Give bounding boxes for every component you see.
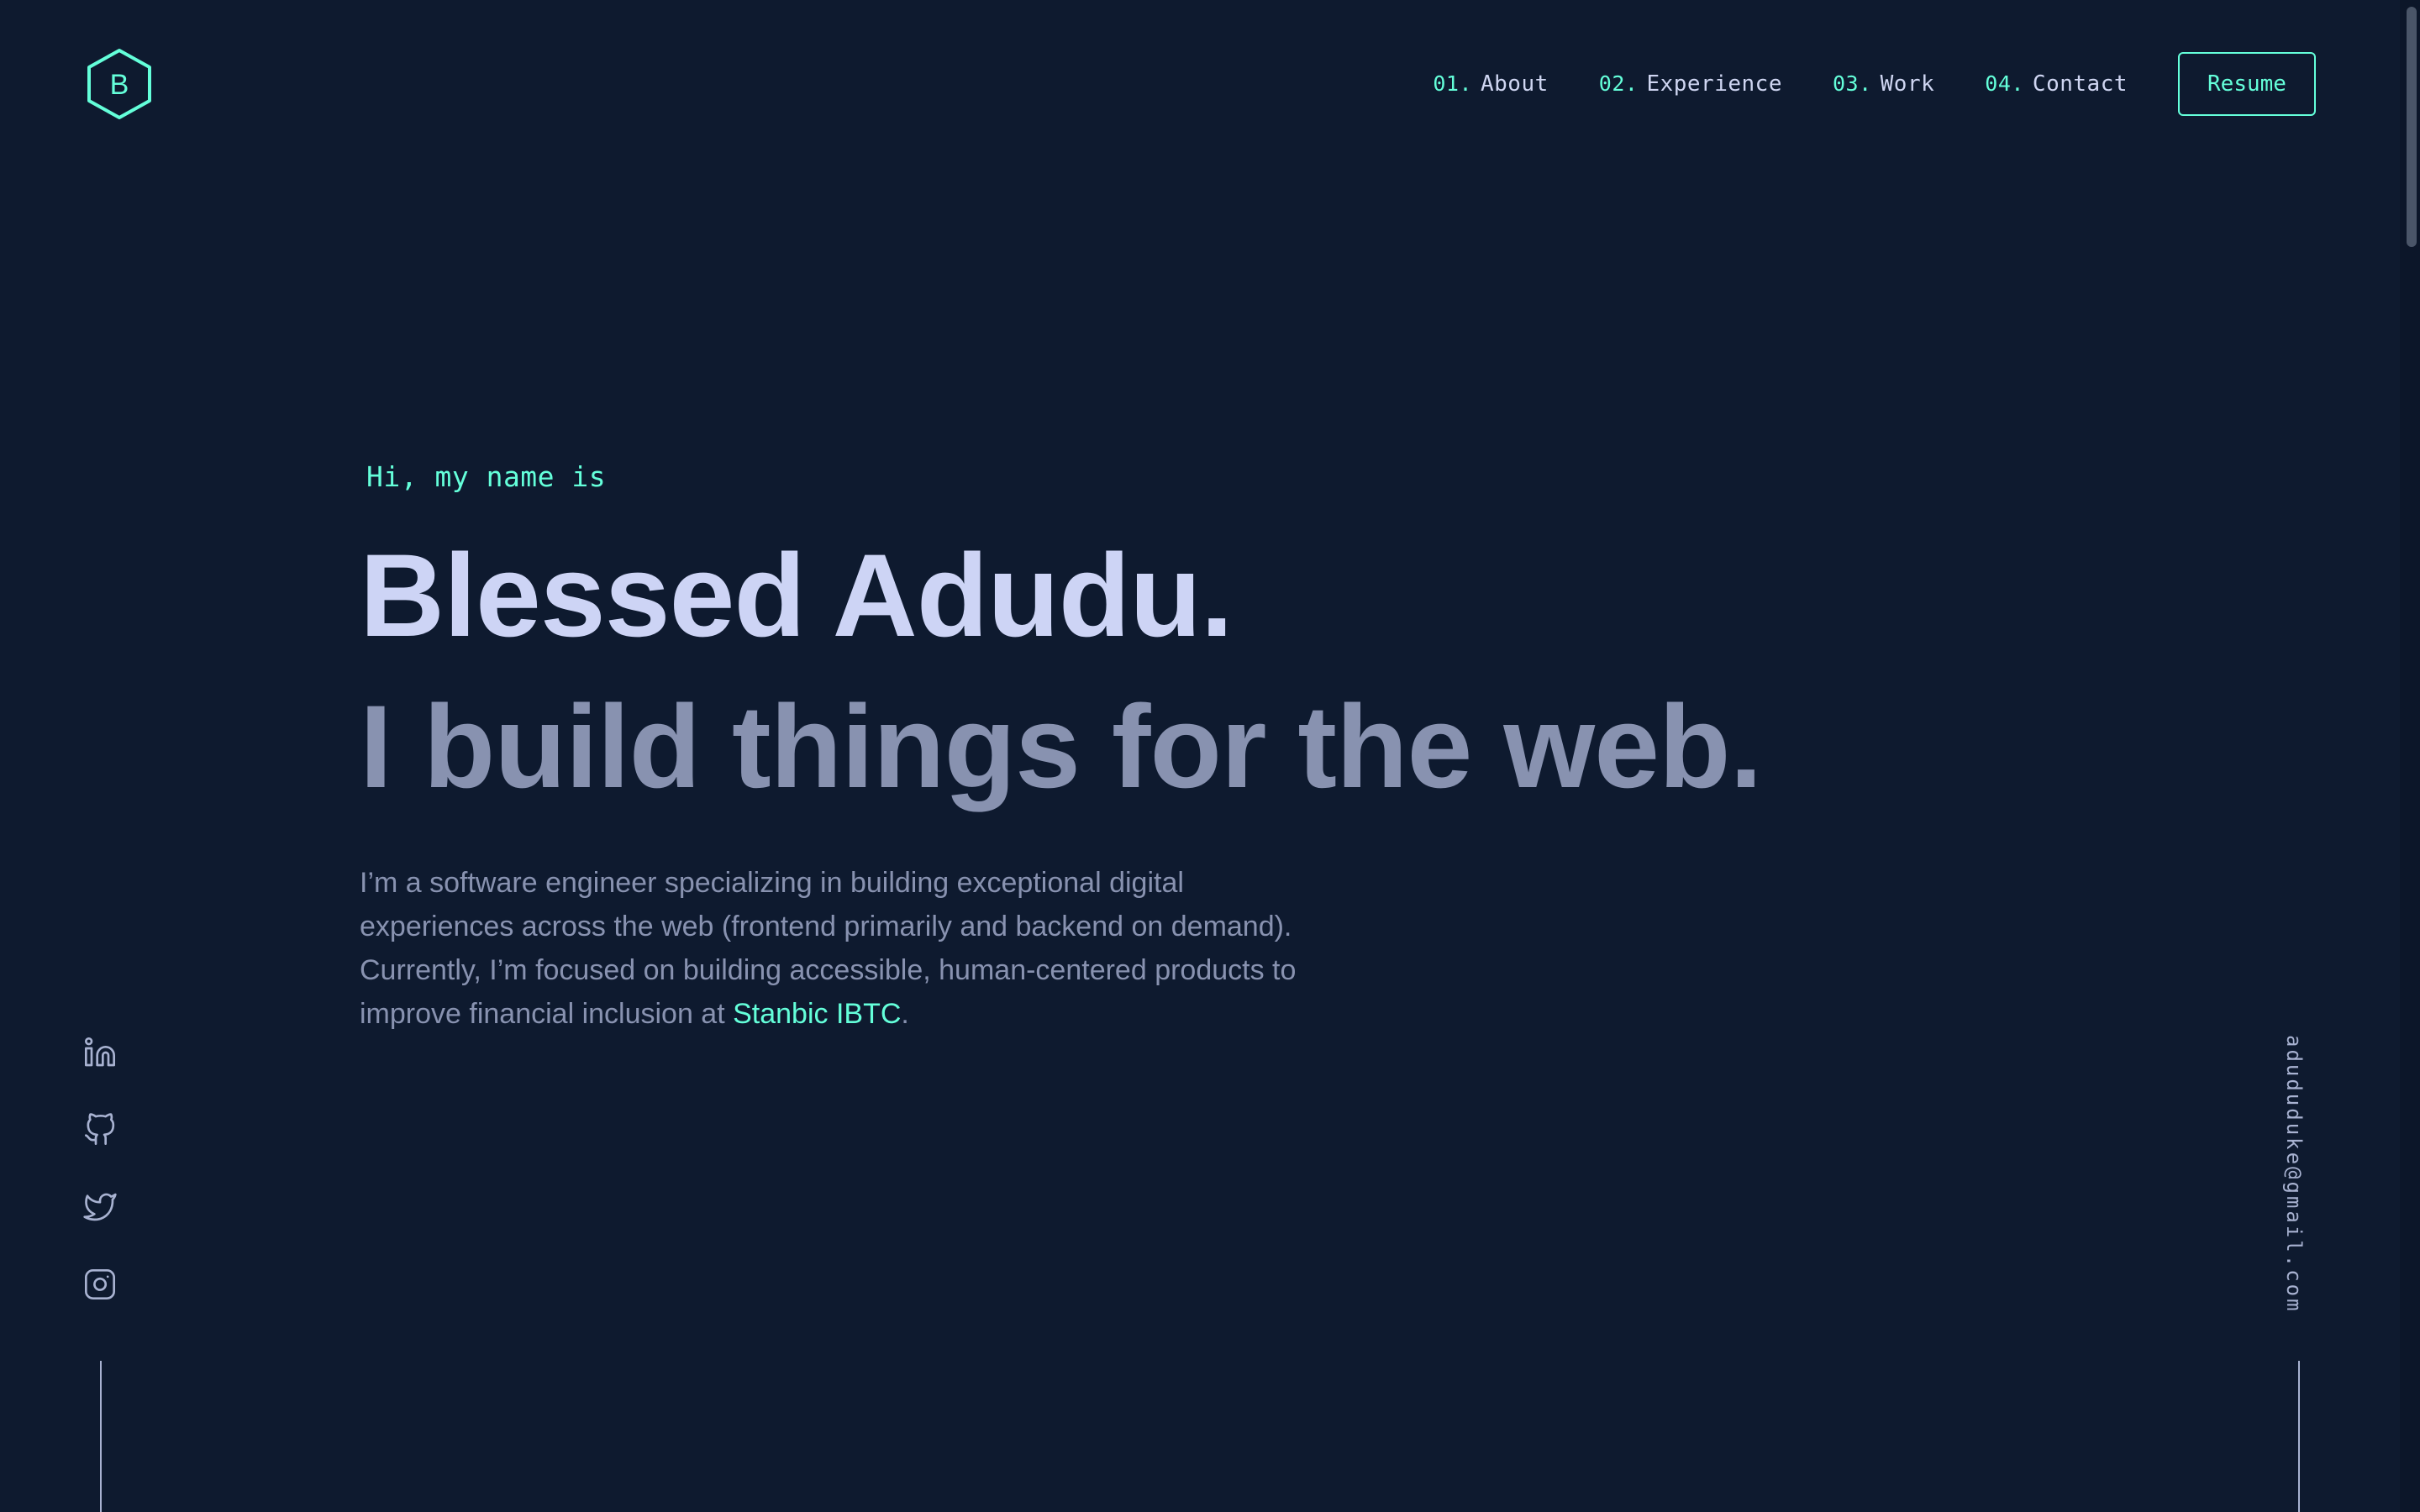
github-link[interactable] bbox=[81, 1110, 119, 1149]
hero-intro: Hi, my name is bbox=[366, 460, 607, 493]
nav-number: 01. bbox=[1433, 71, 1472, 96]
nav-number: 04. bbox=[1985, 71, 2024, 96]
social-links bbox=[81, 1033, 119, 1342]
nav-label: Work bbox=[1880, 71, 1935, 97]
twitter-icon bbox=[83, 1193, 117, 1221]
hero-description: I’m a software engineer specializing in … bbox=[360, 861, 1301, 1036]
nav-label: About bbox=[1481, 71, 1549, 97]
nav-item-experience[interactable]: 02. Experience bbox=[1599, 71, 1782, 97]
email-link[interactable]: adududuke@gmail.com bbox=[2282, 1035, 2306, 1314]
nav-item-work[interactable]: 03. Work bbox=[1833, 71, 1934, 97]
logo[interactable]: B bbox=[84, 47, 155, 121]
scrollbar-thumb[interactable] bbox=[2407, 7, 2417, 247]
nav-item-contact[interactable]: 04. Contact bbox=[1985, 71, 2128, 97]
social-divider-line bbox=[100, 1361, 102, 1512]
linkedin-link[interactable] bbox=[81, 1033, 119, 1072]
email-sidebar: adududuke@gmail.com bbox=[2269, 1035, 2319, 1314]
hero-description-end: . bbox=[901, 998, 909, 1030]
main-nav: 01. About 02. Experience 03. Work 04. Co… bbox=[1433, 52, 2316, 116]
hero-tagline: I build things for the web. bbox=[360, 680, 1762, 812]
hero-name: Blessed Adudu. bbox=[360, 529, 1234, 661]
logo-letter: B bbox=[110, 69, 129, 101]
resume-button[interactable]: Resume bbox=[2178, 52, 2316, 116]
twitter-link[interactable] bbox=[81, 1188, 119, 1226]
nav-item-about[interactable]: 01. About bbox=[1433, 71, 1548, 97]
scrollbar-track[interactable] bbox=[2400, 0, 2420, 1512]
nav-label: Experience bbox=[1646, 71, 1782, 97]
instagram-link[interactable] bbox=[81, 1265, 119, 1304]
email-divider-line bbox=[2298, 1361, 2300, 1512]
nav-number: 03. bbox=[1832, 71, 1872, 96]
linkedin-icon bbox=[85, 1037, 116, 1067]
hero-section: Hi, my name is Blessed Adudu. I build th… bbox=[360, 460, 1788, 1036]
instagram-icon bbox=[85, 1269, 115, 1299]
company-link[interactable]: Stanbic IBTC bbox=[733, 998, 901, 1030]
nav-label: Contact bbox=[2032, 71, 2128, 97]
hexagon-logo-icon: B bbox=[87, 49, 151, 119]
nav-number: 02. bbox=[1598, 71, 1639, 96]
github-icon bbox=[85, 1113, 115, 1145]
